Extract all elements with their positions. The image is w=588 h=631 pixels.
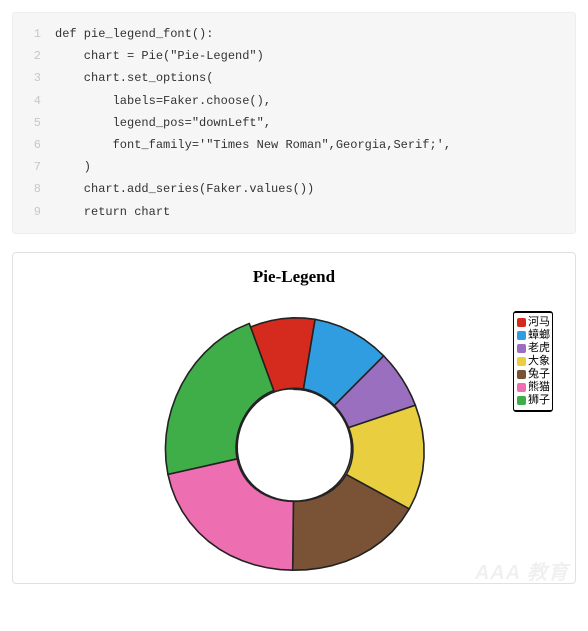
code-line: 6 font_family='"Times New Roman",Georgia… (13, 134, 567, 156)
code-line: 8 chart.add_series(Faker.values()) (13, 178, 567, 200)
legend-label: 老虎 (528, 342, 550, 355)
line-number: 9 (13, 201, 55, 223)
legend-item: 大象 (517, 355, 549, 368)
line-number: 8 (13, 178, 55, 200)
code-line: 5 legend_pos="downLeft", (13, 112, 567, 134)
legend-item: 河马 (517, 316, 549, 329)
legend-label: 熊猫 (528, 381, 550, 394)
code-text: return chart (55, 201, 567, 223)
code-text: chart.set_options( (55, 67, 567, 89)
legend-swatch (517, 344, 526, 353)
line-number: 5 (13, 112, 55, 134)
legend-item: 兔子 (517, 368, 549, 381)
code-text: font_family='"Times New Roman",Georgia,S… (55, 134, 567, 156)
line-number: 7 (13, 156, 55, 178)
legend-item: 老虎 (517, 342, 549, 355)
code-line: 7 ) (13, 156, 567, 178)
legend-label: 河马 (528, 316, 550, 329)
legend-label: 大象 (528, 355, 550, 368)
line-number: 4 (13, 90, 55, 112)
line-number: 6 (13, 134, 55, 156)
legend-swatch (517, 318, 526, 327)
code-text: labels=Faker.choose(), (55, 90, 567, 112)
legend-swatch (517, 331, 526, 340)
legend-swatch (517, 370, 526, 379)
legend-item: 狮子 (517, 394, 549, 407)
code-text: chart.add_series(Faker.values()) (55, 178, 567, 200)
legend-label: 蟑螂 (528, 329, 550, 342)
chart-area: 河马蟑螂老虎大象兔子熊猫狮子 (23, 291, 565, 581)
code-block: 1def pie_legend_font():2 chart = Pie("Pi… (12, 12, 576, 234)
chart-card: Pie-Legend 河马蟑螂老虎大象兔子熊猫狮子 AAA 教育 (12, 252, 576, 584)
code-text: def pie_legend_font(): (55, 23, 567, 45)
legend-swatch (517, 383, 526, 392)
legend-label: 兔子 (528, 368, 550, 381)
code-line: 9 return chart (13, 201, 567, 223)
code-line: 2 chart = Pie("Pie-Legend") (13, 45, 567, 67)
code-text: ) (55, 156, 567, 178)
line-number: 2 (13, 45, 55, 67)
legend-item: 熊猫 (517, 381, 549, 394)
legend-swatch (517, 357, 526, 366)
chart-title: Pie-Legend (144, 267, 444, 287)
line-number: 3 (13, 67, 55, 89)
legend-swatch (517, 396, 526, 405)
legend: 河马蟑螂老虎大象兔子熊猫狮子 (513, 311, 553, 412)
legend-item: 蟑螂 (517, 329, 549, 342)
code-line: 3 chart.set_options( (13, 67, 567, 89)
code-line: 1def pie_legend_font(): (13, 23, 567, 45)
pie-chart (23, 291, 565, 581)
code-line: 4 labels=Faker.choose(), (13, 90, 567, 112)
code-text: legend_pos="downLeft", (55, 112, 567, 134)
legend-label: 狮子 (528, 394, 550, 407)
code-text: chart = Pie("Pie-Legend") (55, 45, 567, 67)
line-number: 1 (13, 23, 55, 45)
